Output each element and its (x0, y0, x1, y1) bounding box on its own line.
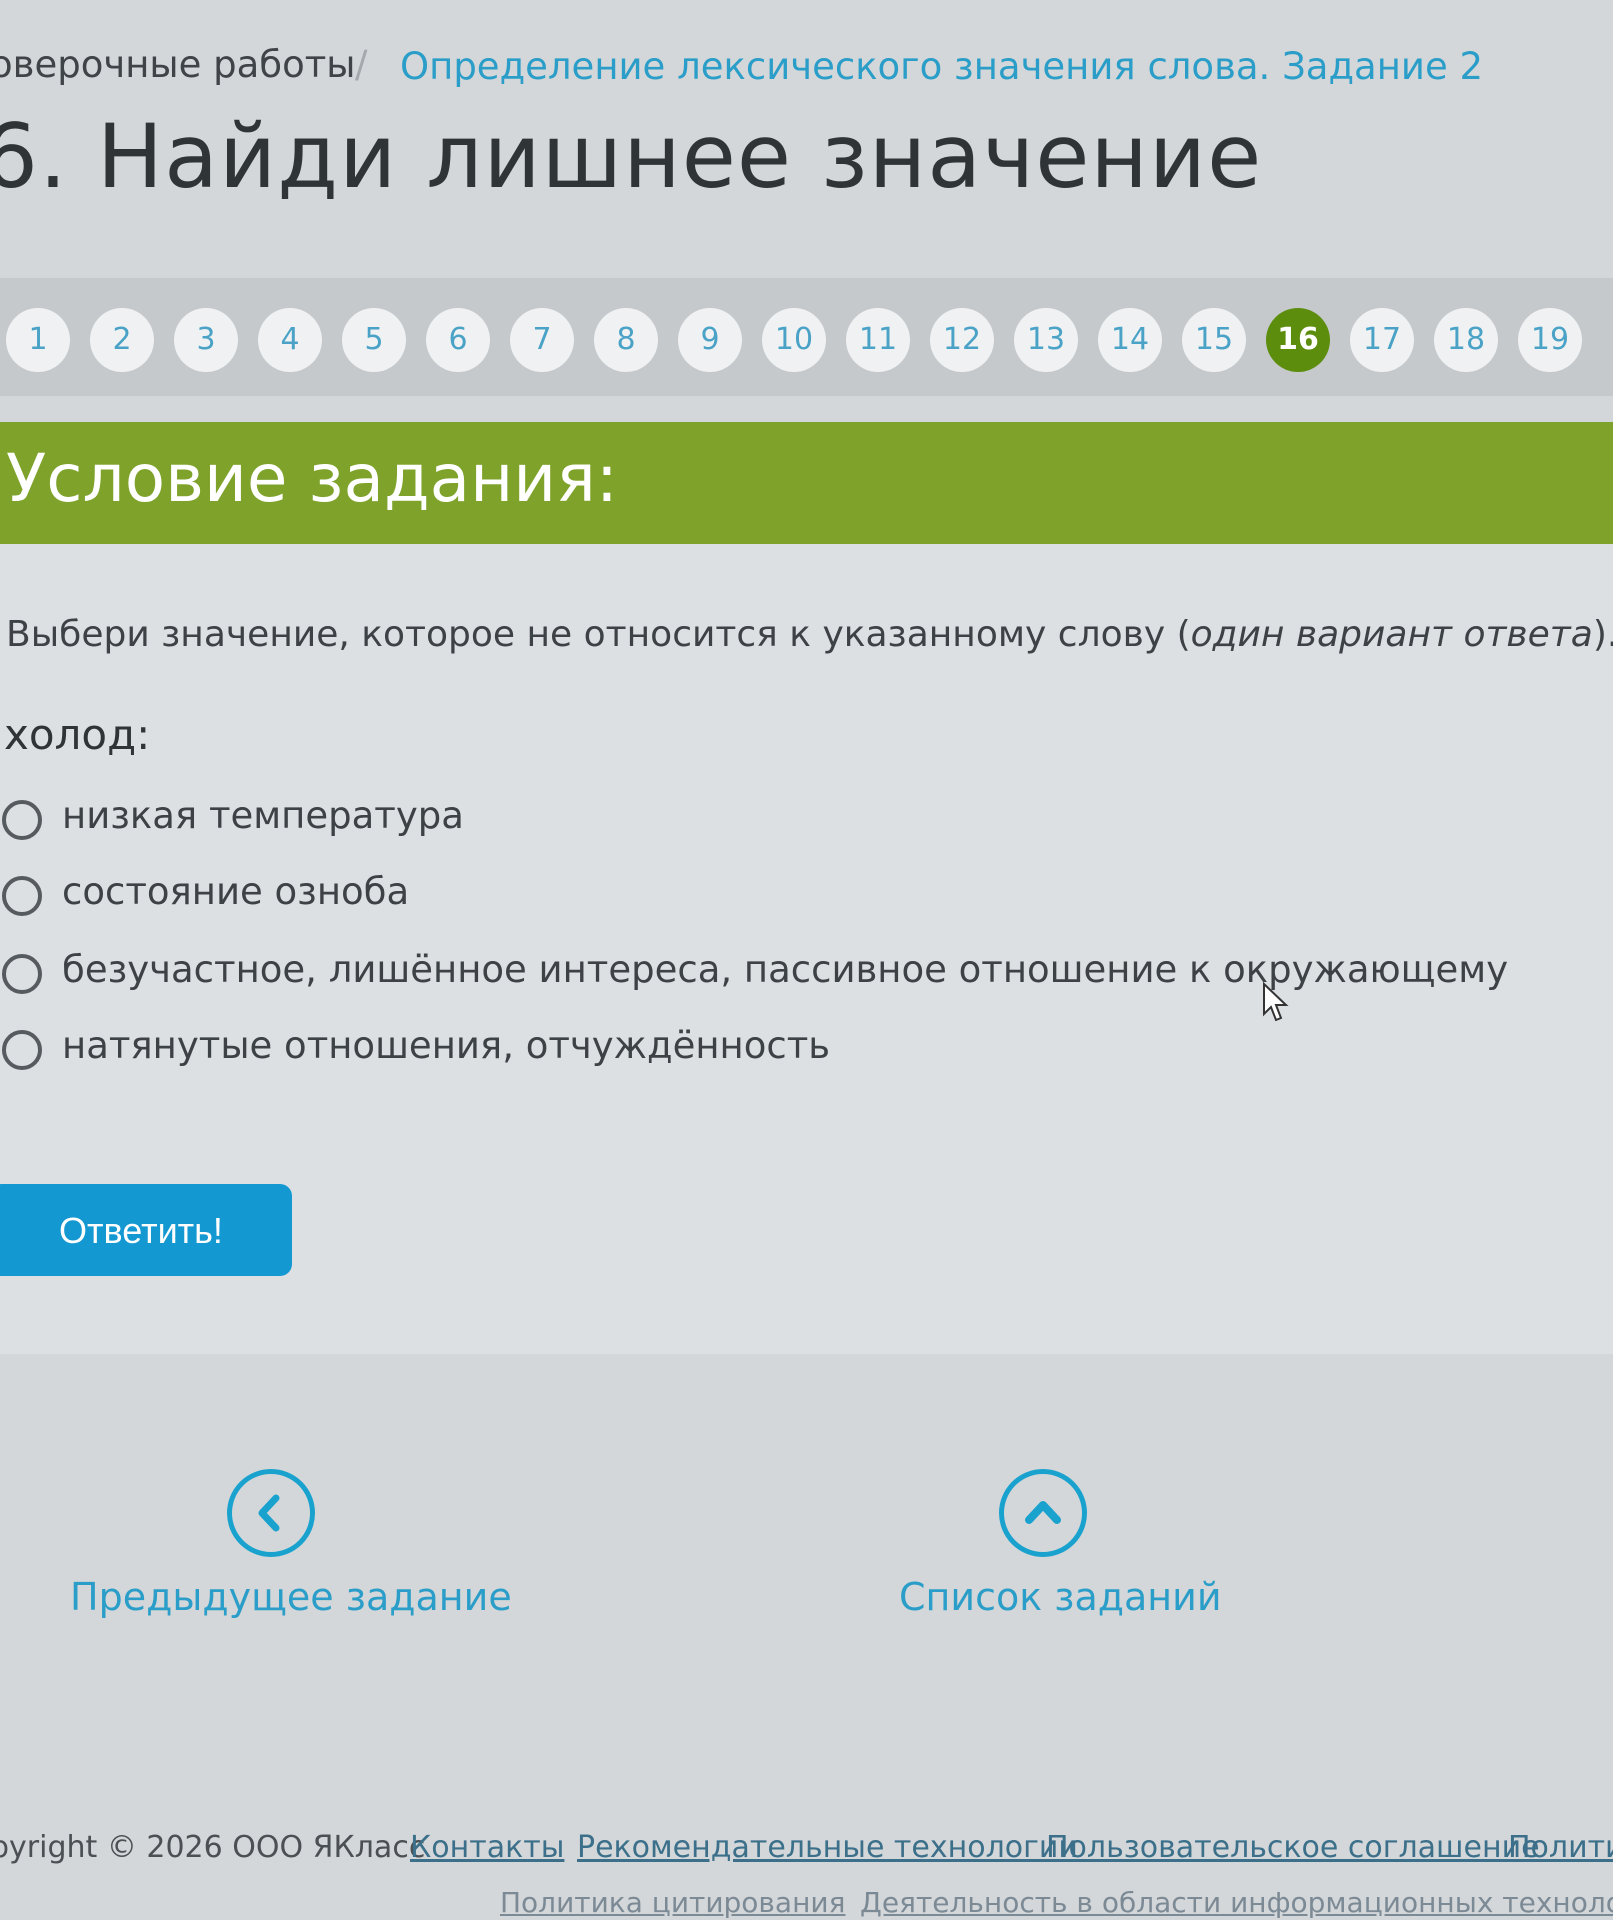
pager-item-1[interactable]: 1 (6, 308, 70, 372)
pager-item-10[interactable]: 10 (762, 308, 826, 372)
breadcrumb: оверочные работы / Определение лексическ… (0, 40, 1613, 90)
instruction-text: Выбери значение, которое не относится к … (6, 614, 1191, 655)
pager-item-18[interactable]: 18 (1434, 308, 1498, 372)
option-label: натянутые отношения, отчуждённость (62, 1024, 831, 1067)
task-list-link[interactable]: Список заданий (899, 1575, 1222, 1619)
footer-second-row: Политика цитирования Деятельность в обла… (0, 1886, 1613, 1920)
section-title: Условие задания: (6, 440, 619, 517)
task-content: Выбери значение, которое не относится к … (0, 544, 1613, 1354)
radio-button[interactable] (2, 1030, 42, 1070)
footer-link-citation-policy[interactable]: Политика цитирования (500, 1886, 845, 1919)
breadcrumb-current-link[interactable]: Определение лексического значения слова.… (400, 42, 1483, 90)
option-1[interactable]: низкая температура (0, 790, 1500, 850)
page-title: 6. Найди лишнее значение (0, 105, 1263, 208)
radio-button[interactable] (2, 800, 42, 840)
pager-item-11[interactable]: 11 (846, 308, 910, 372)
chevron-up-icon (1025, 1501, 1061, 1524)
task-word: холод: (4, 710, 151, 759)
option-label: состояние озноба (62, 870, 410, 913)
pager-item-4[interactable]: 4 (258, 308, 322, 372)
task-condition-header: Условие задания: (0, 422, 1613, 544)
footer-link-it-activity[interactable]: Деятельность в области информационных те… (860, 1886, 1613, 1919)
pager-item-12[interactable]: 12 (930, 308, 994, 372)
footer-link-user-agreement[interactable]: Пользовательское соглашение (1046, 1830, 1540, 1865)
instruction-end: ). (1592, 614, 1613, 655)
task-instruction: Выбери значение, которое не относится к … (6, 614, 1613, 655)
task-pager: 1 2 3 4 5 6 7 8 9 10 11 12 13 14 15 16 1… (0, 278, 1613, 396)
pager-item-6[interactable]: 6 (426, 308, 490, 372)
pager-item-9[interactable]: 9 (678, 308, 742, 372)
task-list-button[interactable] (999, 1469, 1087, 1557)
pager-item-13[interactable]: 13 (1014, 308, 1078, 372)
instruction-hint: один вариант ответа (1190, 614, 1593, 655)
pager-item-3[interactable]: 3 (174, 308, 238, 372)
option-label: низкая температура (62, 794, 464, 837)
option-4[interactable]: натянутые отношения, отчуждённость (0, 1020, 1500, 1080)
pager-item-19[interactable]: 19 (1518, 308, 1582, 372)
pager-item-5[interactable]: 5 (342, 308, 406, 372)
footer-link-contacts[interactable]: Контакты (410, 1830, 564, 1865)
pager-item-16-active[interactable]: 16 (1266, 308, 1330, 372)
pager-item-15[interactable]: 15 (1182, 308, 1246, 372)
pager-item-8[interactable]: 8 (594, 308, 658, 372)
footer-link-recommendation-tech[interactable]: Рекомендательные технологии (577, 1830, 1078, 1865)
pager-item-7[interactable]: 7 (510, 308, 574, 372)
pager-item-2[interactable]: 2 (90, 308, 154, 372)
chevron-left-icon (258, 1494, 280, 1532)
breadcrumb-separator: / (355, 43, 368, 86)
radio-button[interactable] (2, 954, 42, 994)
pager-item-14[interactable]: 14 (1098, 308, 1162, 372)
radio-button[interactable] (2, 876, 42, 916)
pager-item-17[interactable]: 17 (1350, 308, 1414, 372)
previous-task-link[interactable]: Предыдущее задание (70, 1575, 512, 1619)
breadcrumb-parent-link[interactable]: оверочные работы (0, 40, 356, 90)
previous-task-button[interactable] (227, 1469, 315, 1557)
copyright: pyright © 2026 ООО ЯКласс (0, 1830, 426, 1865)
mouse-cursor-icon (1263, 982, 1289, 1022)
option-2[interactable]: состояние озноба (0, 866, 1500, 926)
answer-button[interactable]: Ответить! (0, 1184, 292, 1276)
footer-link-policy[interactable]: Полити (1508, 1830, 1613, 1865)
footer: pyright © 2026 ООО ЯКласс Контакты Реком… (0, 1830, 1613, 1880)
